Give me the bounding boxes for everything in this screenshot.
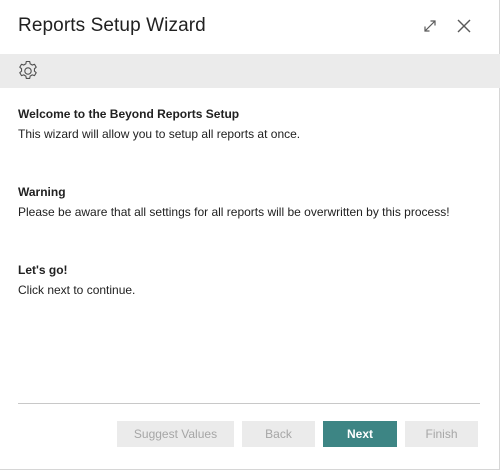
action-bar — [0, 54, 500, 88]
wizard-dialog: Reports Setup Wizard Welcome to the Beyo… — [0, 0, 500, 470]
title-actions — [420, 16, 474, 36]
close-icon[interactable] — [454, 16, 474, 36]
gear-icon[interactable] — [16, 59, 40, 83]
title-bar: Reports Setup Wizard — [0, 0, 500, 54]
expand-diagonal-icon[interactable] — [420, 16, 440, 36]
finish-button[interactable]: Finish — [405, 421, 478, 447]
wizard-footer: Suggest Values Back Next Finish — [117, 421, 478, 447]
welcome-text: This wizard will allow you to setup all … — [18, 127, 301, 141]
warning-section: Warning Please be aware that all setting… — [18, 184, 450, 220]
letsgo-section: Let's go! Click next to continue. — [18, 262, 135, 298]
warning-text: Please be aware that all settings for al… — [18, 205, 450, 219]
next-button[interactable]: Next — [323, 421, 397, 447]
letsgo-text: Click next to continue. — [18, 283, 136, 297]
warning-heading: Warning — [18, 185, 66, 199]
footer-divider — [18, 403, 480, 404]
suggest-values-button[interactable]: Suggest Values — [117, 421, 234, 447]
welcome-section: Welcome to the Beyond Reports Setup This… — [18, 106, 300, 142]
welcome-heading: Welcome to the Beyond Reports Setup — [18, 107, 240, 121]
back-button[interactable]: Back — [242, 421, 315, 447]
letsgo-heading: Let's go! — [18, 263, 68, 277]
dialog-title: Reports Setup Wizard — [18, 15, 206, 36]
